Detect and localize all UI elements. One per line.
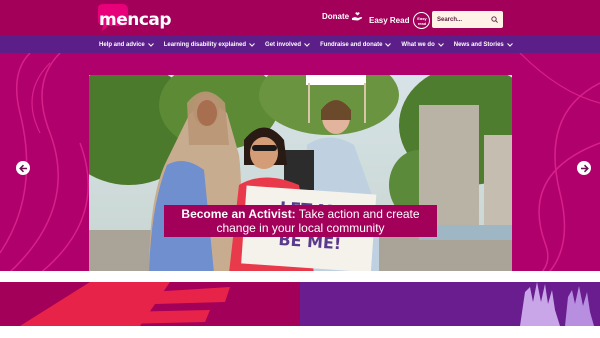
carousel-prev-button[interactable] — [16, 161, 30, 175]
search-input[interactable]: Search... — [432, 11, 503, 28]
nav-item-news-and-stories[interactable]: News and Stories — [454, 42, 513, 48]
donate-link[interactable]: Donate — [322, 12, 363, 21]
page-footer-strip — [0, 326, 600, 338]
nav-item-label: Help and advice — [99, 41, 145, 48]
activists-photo: LET ME BE ME! — [89, 75, 512, 273]
arrow-right-icon — [580, 164, 589, 172]
caption-bold: Become an Activist: — [181, 207, 296, 221]
nav-item-label: Learning disability explained — [163, 41, 247, 48]
chevron-down-icon — [249, 42, 255, 47]
easyread-label: Easy Read — [369, 16, 410, 25]
promo-banner-graphic — [0, 282, 600, 326]
nav-item-what-we-do[interactable]: What we do — [401, 41, 444, 48]
nav-item-fundraise-and-donate[interactable]: Fundraise and donate — [320, 41, 392, 48]
promo-banner — [0, 282, 600, 326]
site-header: mencap Donate Easy Read Easy read Search… — [0, 0, 600, 36]
donate-hand-heart-icon — [352, 12, 363, 21]
nav-item-learning-disability-explained[interactable]: Learning disability explained — [164, 42, 255, 48]
main-nav: Help and advice Learning disability expl… — [0, 36, 600, 53]
nav-item-label: Fundraise and donate — [320, 41, 383, 48]
nav-item-label: What we do — [401, 41, 435, 48]
chevron-down-icon — [437, 42, 444, 47]
chevron-down-icon — [385, 42, 392, 47]
arrow-left-icon — [18, 164, 27, 172]
hero-carousel: LET ME BE ME! Become an Activist: Take a… — [0, 53, 600, 281]
easyread-link[interactable]: Easy Read Easy read — [369, 12, 431, 29]
easyread-badge-icon: Easy read — [413, 12, 431, 29]
chevron-down-icon — [304, 42, 310, 47]
donate-label: Donate — [322, 12, 350, 21]
hero-caption[interactable]: Become an Activist: Take action and crea… — [164, 205, 437, 237]
logo-text: mencap — [99, 10, 172, 30]
section-divider — [0, 271, 600, 281]
search-placeholder: Search... — [437, 16, 463, 23]
easyread-badge-line2: read — [417, 21, 427, 26]
nav-item-label: Get involved — [265, 41, 302, 48]
search-icon[interactable] — [491, 16, 498, 23]
chevron-down-icon — [147, 42, 154, 47]
nav-item-label: News and Stories — [453, 41, 504, 48]
nav-item-get-involved[interactable]: Get involved — [265, 42, 310, 48]
hero-photo: LET ME BE ME! — [89, 75, 512, 273]
chevron-down-icon — [506, 42, 513, 47]
carousel-next-button[interactable] — [577, 161, 591, 175]
nav-item-help-and-advice[interactable]: Help and advice — [99, 42, 154, 48]
